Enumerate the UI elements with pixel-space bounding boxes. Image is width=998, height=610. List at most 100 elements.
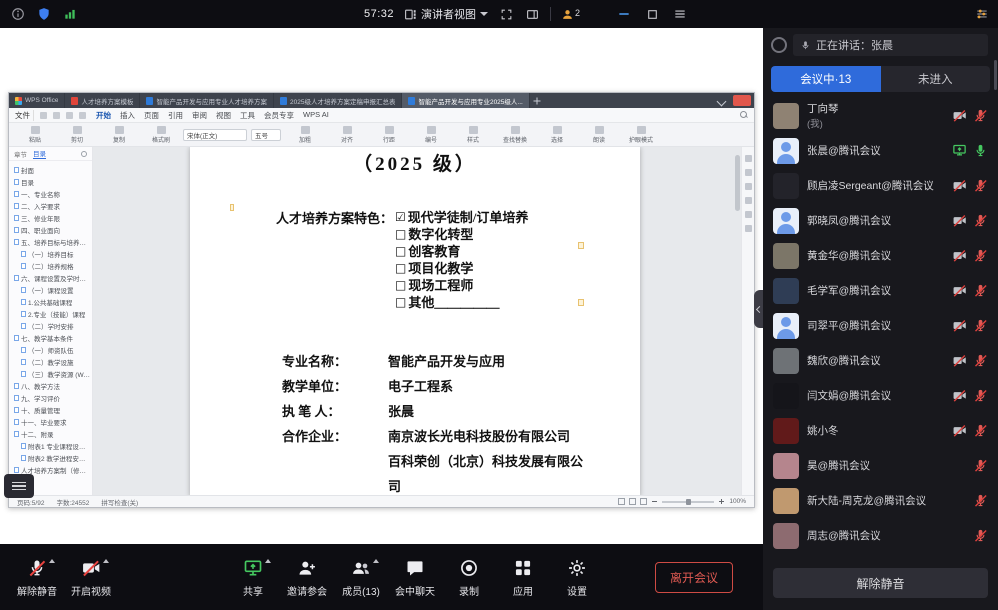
outline-item[interactable]: （一）师资队伍: [11, 344, 90, 356]
nav-tab[interactable]: 目录: [33, 148, 46, 159]
chevron-up-icon[interactable]: [373, 559, 379, 563]
outline-item[interactable]: 2.专业（技能）课程: [11, 308, 90, 320]
outline-item[interactable]: 九、学习评价: [11, 392, 90, 404]
unmute-button[interactable]: 解除静音: [10, 557, 64, 598]
menu-item[interactable]: 工具: [240, 110, 255, 121]
chevron-up-icon[interactable]: [265, 559, 271, 563]
menu-item[interactable]: 引用: [168, 110, 183, 121]
outline-item[interactable]: 八、教学方法: [11, 380, 90, 392]
maximize-icon[interactable]: [644, 6, 660, 22]
start-video-button[interactable]: 开启视频: [64, 557, 118, 598]
menu-item[interactable]: 视图: [216, 110, 231, 121]
ribbon-group[interactable]: 粘贴: [15, 126, 55, 144]
outline-item[interactable]: 七、教学基本条件: [11, 332, 90, 344]
outline-item[interactable]: 五、培养目标与培养规格: [11, 236, 90, 248]
network-signal-icon[interactable]: [62, 6, 78, 22]
document-tab[interactable]: 智能产品开发与应用专业2025级人...: [402, 93, 529, 108]
info-icon[interactable]: [10, 6, 26, 22]
rail-icon[interactable]: [745, 211, 752, 218]
web-view-icon[interactable]: [640, 498, 647, 505]
ribbon-group[interactable]: 复制: [99, 126, 139, 144]
outline-item[interactable]: （二）教学设施: [11, 356, 90, 368]
ribbon-group[interactable]: 剪切: [57, 126, 97, 144]
participant-row[interactable]: 闫文娟@腾讯会议: [763, 378, 998, 413]
outline-item[interactable]: 附表2 教学进程安排表: [11, 452, 90, 464]
outline-item[interactable]: 十、质量管理: [11, 404, 90, 416]
sidebar-collapse-handle[interactable]: [754, 290, 763, 328]
document-tab[interactable]: 人才培养方案模板: [65, 93, 140, 108]
zoom-out-icon[interactable]: [651, 498, 658, 505]
ribbon-group[interactable]: 对齐: [327, 126, 367, 144]
outline-item[interactable]: 六、课程设置及学时安排: [11, 272, 90, 284]
shield-icon[interactable]: [36, 6, 52, 22]
ribbon-group[interactable]: 格式刷: [141, 126, 181, 144]
outline-item[interactable]: 目录: [11, 176, 90, 188]
outline-item[interactable]: （三）教学资源 (Word Education Mat...): [11, 368, 90, 380]
outline-item[interactable]: （一）课程设置: [11, 284, 90, 296]
menu-item[interactable]: WPS AI: [303, 110, 329, 121]
menu-item[interactable]: 插入: [120, 110, 135, 121]
participant-row[interactable]: 张晨@腾讯会议: [763, 133, 998, 168]
outline-item[interactable]: （二）培养规格: [11, 260, 90, 272]
member-count-icon[interactable]: 2: [561, 8, 580, 21]
fullscreen-icon[interactable]: [498, 6, 514, 22]
floating-toolbar-button[interactable]: [4, 474, 34, 498]
members-button[interactable]: 成员(13): [334, 557, 388, 598]
settings-button[interactable]: 设置: [550, 557, 604, 598]
sidebar-scrollbar[interactable]: [994, 60, 997, 90]
ribbon-group[interactable]: 加粗: [285, 126, 325, 144]
gear-icon[interactable]: [81, 151, 87, 157]
outline-item[interactable]: （一）培养目标: [11, 248, 90, 260]
meeting-tab[interactable]: 未进入: [881, 66, 991, 92]
ribbon-group[interactable]: 样式: [453, 126, 493, 144]
font-size-box[interactable]: 五号: [251, 129, 281, 141]
participant-row[interactable]: 司翠平@腾讯会议: [763, 308, 998, 343]
read-view-icon[interactable]: [629, 498, 636, 505]
meeting-tab[interactable]: 会议中·13: [771, 66, 881, 92]
record-button[interactable]: 录制: [442, 557, 496, 598]
outline-item[interactable]: 附表1 专业课程设置与学时安排表: [11, 440, 90, 452]
ribbon-group[interactable]: 查找替换: [495, 126, 535, 144]
document-tab[interactable]: WPS Office: [9, 93, 65, 108]
file-menu[interactable]: 文件: [15, 110, 34, 121]
ribbon-group[interactable]: 选择: [537, 126, 577, 144]
chat-button[interactable]: 会中聊天: [388, 557, 442, 598]
menu-item[interactable]: 开始: [96, 110, 111, 121]
minimize-icon[interactable]: [616, 6, 632, 22]
nav-tab[interactable]: 章节: [14, 149, 27, 159]
sidebar-unmute-button[interactable]: 解除静音: [773, 568, 988, 598]
zoom-in-icon[interactable]: [718, 498, 725, 505]
print-icon[interactable]: [53, 112, 60, 119]
undo-icon[interactable]: [66, 112, 73, 119]
participant-row[interactable]: 姚小冬: [763, 413, 998, 448]
menu-item[interactable]: 审阅: [192, 110, 207, 121]
outline-item[interactable]: 二、入学要求: [11, 200, 90, 212]
rail-icon[interactable]: [745, 197, 752, 204]
vertical-scrollbar[interactable]: [735, 155, 740, 211]
ribbon-group[interactable]: 朗读: [579, 126, 619, 144]
participant-row[interactable]: 毛学军@腾讯会议: [763, 273, 998, 308]
apps-button[interactable]: 应用: [496, 557, 550, 598]
view-mode-switcher[interactable]: 演讲者视图: [404, 6, 488, 22]
sliders-icon[interactable]: [974, 6, 990, 22]
wps-promo-button[interactable]: [733, 95, 751, 106]
document-tab[interactable]: 智能产品开发与应用专业人才培养方案: [140, 93, 274, 108]
rail-icon[interactable]: [745, 183, 752, 190]
zoom-slider[interactable]: [662, 501, 714, 503]
invite-button[interactable]: 邀请参会: [280, 557, 334, 598]
ribbon-group[interactable]: 行距: [369, 126, 409, 144]
rail-icon[interactable]: [745, 225, 752, 232]
font-name-box[interactable]: 宋体(正文): [183, 129, 247, 141]
outline-item[interactable]: 四、职业面向: [11, 224, 90, 236]
layout-icon[interactable]: [524, 6, 540, 22]
save-icon[interactable]: [40, 112, 47, 119]
participant-row[interactable]: 昊@腾讯会议: [763, 448, 998, 483]
ribbon-group[interactable]: 护眼模式: [621, 126, 661, 144]
menu-item[interactable]: 会员专享: [264, 110, 294, 121]
leave-meeting-button[interactable]: 离开会议: [655, 562, 733, 593]
tab-list-chevron-icon[interactable]: [714, 93, 730, 108]
outline-item[interactable]: 三、修业年限: [11, 212, 90, 224]
rail-icon[interactable]: [745, 169, 752, 176]
search-icon[interactable]: [740, 111, 748, 119]
outline-item[interactable]: 1.公共基础课程: [11, 296, 90, 308]
